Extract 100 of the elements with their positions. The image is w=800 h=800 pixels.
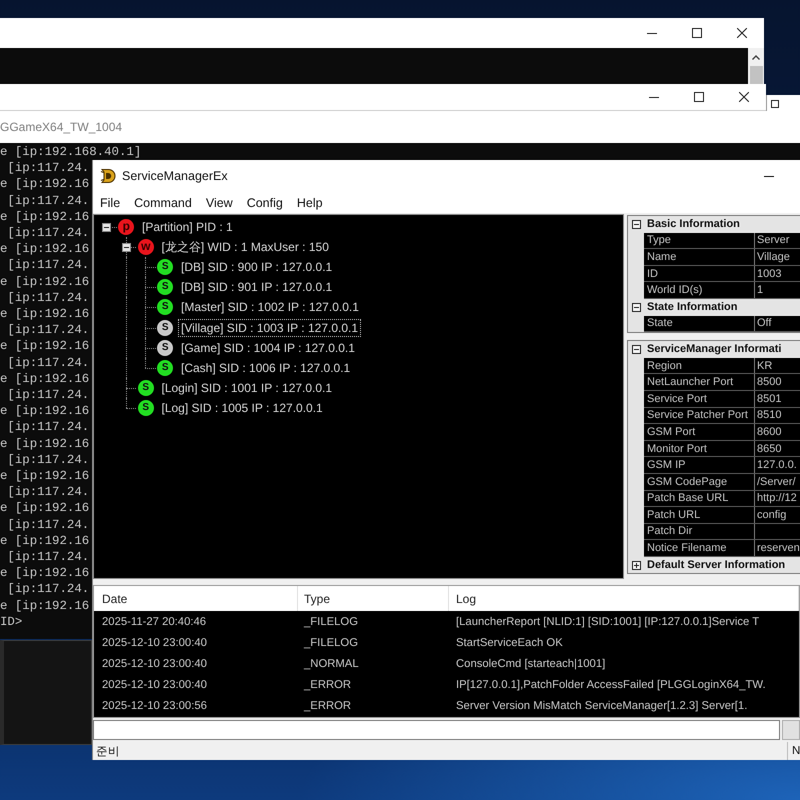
section-title: Default Server Information (646, 559, 786, 572)
console-line: [ip:117.24. (6, 419, 90, 436)
window-title: GGameX64_TW_1004 (0, 120, 122, 134)
property-row[interactable]: Monitor Port 8650 (644, 440, 800, 458)
property-label: ID (644, 266, 755, 282)
property-label: Service Patcher Port (644, 408, 755, 424)
server-badge: S (157, 340, 174, 356)
tree-item[interactable]: [Log] SID : 1005 IP : 127.0.0.1 (158, 398, 326, 417)
tree-item[interactable]: [DB] SID : 901 IP : 127.0.0.1 (178, 278, 336, 296)
minimize-icon[interactable] (648, 96, 658, 98)
property-row[interactable]: Notice Filename reserven (644, 540, 800, 557)
property-label: Type (644, 232, 755, 248)
property-value: KR (756, 358, 772, 374)
log-date: 2025-12-10 23:00:40 (101, 679, 208, 692)
console-line: [ip:117.24. (6, 354, 90, 371)
collapse-icon[interactable] (122, 243, 130, 252)
console-line: e [ip:192.16 (0, 208, 90, 226)
property-row[interactable]: Patch Base URL http://12 (644, 490, 800, 508)
property-row[interactable]: Type Server (644, 232, 800, 250)
property-value: Village (756, 250, 790, 265)
property-label: Patch Base URL (644, 490, 755, 506)
tree-item[interactable]: [Cash] SID : 1006 IP : 127.0.0.1 (178, 358, 354, 377)
minimize-icon[interactable] (646, 32, 656, 34)
collapse-icon[interactable] (632, 302, 640, 312)
server-badge: S (157, 279, 174, 296)
server-badge: S (157, 259, 174, 276)
property-label: State (644, 316, 755, 332)
console-line: e [ip:192.16 (0, 598, 90, 614)
menu-item[interactable]: Config (240, 194, 290, 212)
log-message: [LauncherReport [NLID:1] [SID:1001] [IP:127.0.0.1]Service T (455, 616, 760, 628)
server-badge: S (138, 400, 154, 416)
menu-item[interactable]: Help (290, 194, 330, 212)
tree-item[interactable]: [DB] SID : 900 IP : 127.0.0.1 (178, 258, 336, 276)
maximize-icon[interactable] (694, 92, 704, 102)
log-message: Server Version MisMatch ServiceManager[1.2.3] Server[1. (455, 700, 748, 712)
console-line: [ip:117.24. (6, 387, 90, 404)
maximize-icon[interactable] (771, 100, 779, 108)
tree-item[interactable]: [Game] SID : 1004 IP : 127.0.0.1 (178, 338, 358, 357)
property-row[interactable]: State Off (644, 316, 800, 332)
window-title: ServiceManagerEx (122, 169, 228, 183)
scrollbar[interactable] (748, 48, 764, 84)
server-badge: S (157, 360, 174, 376)
scroll-up-icon[interactable] (752, 55, 760, 60)
close-icon[interactable] (738, 92, 748, 102)
property-label: Name (644, 249, 755, 265)
property-label: Notice Filename (644, 540, 755, 556)
console-line: e [ip:192.16 (0, 306, 90, 322)
console-line: [ip:117.24. (6, 322, 90, 338)
partition-badge: p (118, 219, 134, 236)
console-line: e [ip:192.16 (0, 565, 90, 582)
property-value: config (756, 508, 786, 523)
log-type: _NORMAL (302, 658, 360, 670)
console-line: [ip:117.24. (6, 452, 90, 468)
scrollbar-thumb[interactable] (750, 66, 762, 84)
property-row[interactable]: GSM IP 127.0.0. (644, 457, 800, 474)
property-row[interactable]: NetLauncher Port 8500 (644, 374, 800, 391)
log-type: _FILELOG (302, 616, 359, 628)
collapse-icon[interactable] (632, 220, 640, 229)
property-row[interactable]: Service Port 8501 (644, 390, 800, 408)
log-type: _ERROR (302, 700, 352, 712)
property-row[interactable]: Patch URL config (644, 507, 800, 524)
console-line: [ip:117.24. (6, 257, 90, 274)
property-row[interactable]: GSM Port 8600 (644, 424, 800, 441)
property-row[interactable]: ID 1003 (644, 266, 800, 282)
property-value: 8600 (756, 424, 782, 440)
console-line: e [ip:192.16 (0, 338, 90, 355)
tree-item[interactable]: [Master] SID : 1002 IP : 127.0.0.1 (178, 298, 362, 316)
property-label: World ID(s) (644, 282, 755, 298)
property-row[interactable]: Region KR (644, 358, 800, 374)
server-badge: S (138, 380, 154, 396)
property-value: 8501 (756, 392, 782, 407)
tree-item[interactable]: [Login] SID : 1001 IP : 127.0.0.1 (158, 378, 336, 397)
menu-item[interactable]: File (93, 194, 128, 212)
menu-item[interactable]: Command (127, 194, 199, 212)
close-icon[interactable] (736, 28, 746, 38)
tree-item[interactable]: [Village] SID : 1003 IP : 127.0.0.1 (178, 318, 362, 337)
property-value: Server (756, 233, 790, 248)
command-input[interactable] (93, 720, 780, 740)
console-line: e [ip:192.16 (0, 468, 90, 484)
log-date: 2025-11-27 20:40:46 (101, 616, 208, 628)
log-date: 2025-12-10 23:00:40 (101, 636, 208, 649)
collapse-icon[interactable] (632, 344, 640, 354)
collapse-icon[interactable] (102, 223, 111, 232)
property-row[interactable]: GSM CodePage /Server/ (644, 474, 800, 490)
console-line: [ip:117.24. (6, 192, 90, 209)
property-row[interactable]: Patch Dir (644, 524, 800, 540)
maximize-icon[interactable] (692, 28, 702, 38)
expand-icon[interactable] (632, 560, 640, 570)
console-line: e [ip:192.168.40.1] (0, 144, 142, 160)
console-line: [ip:117.24. (6, 290, 90, 306)
property-value: 1 (756, 283, 764, 298)
menu-item[interactable]: View (198, 194, 240, 212)
property-label: Service Port (644, 390, 755, 407)
tree-item[interactable]: [Partition] PID : 1 (139, 218, 236, 236)
tree-item[interactable]: [龙之谷] WID : 1 MaxUser : 150 (158, 236, 332, 258)
property-row[interactable]: World ID(s) 1 (644, 282, 800, 299)
property-row[interactable]: Name Village (644, 249, 800, 266)
app-logo-icon (100, 168, 116, 184)
property-row[interactable]: Service Patcher Port 8510 (644, 408, 800, 424)
section-title: State Information (646, 301, 738, 314)
